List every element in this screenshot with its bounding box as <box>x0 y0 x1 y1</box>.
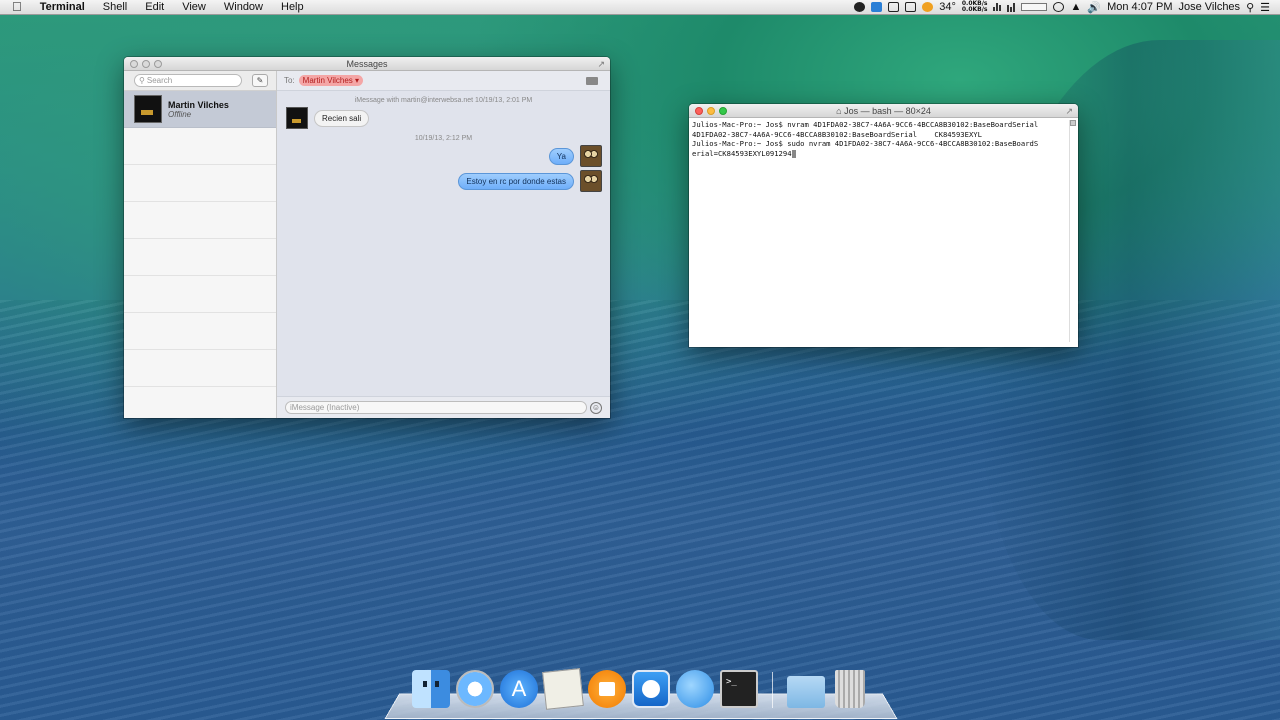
terminal-title: Jos — bash — 80×24 <box>844 106 931 116</box>
menu-view[interactable]: View <box>173 0 215 14</box>
terminal-output[interactable]: Julios-Mac-Pro:~ Jos$ nvram 4D1FDA02-38C… <box>689 118 1078 347</box>
notification-icon[interactable] <box>854 2 865 12</box>
messages-icon[interactable] <box>676 670 714 708</box>
trash-icon[interactable] <box>835 670 865 708</box>
disk-meter <box>1021 3 1047 11</box>
folder-icon[interactable] <box>787 676 825 708</box>
message-input-bar: iMessage (Inactive) ☺ <box>277 396 610 418</box>
terminal-line: Julios-Mac-Pro:~ Jos$ sudo nvram 4D1FDA0… <box>692 139 1066 149</box>
empty-row <box>124 239 276 276</box>
menu-bar:  Terminal Shell Edit View Window Help 3… <box>0 0 1280 15</box>
dock-separator <box>772 672 773 708</box>
terminal-line-with-cursor: erial=CK84593EXYL091294 <box>692 149 1066 159</box>
owl-avatar <box>580 145 602 167</box>
eject-icon[interactable]: ▲ <box>1070 1 1081 13</box>
empty-row <box>124 202 276 239</box>
video-call-icon[interactable] <box>586 77 598 85</box>
conversation-pane: To: Martin Vilches ▾ iMessage with marti… <box>277 71 610 418</box>
safari-icon[interactable] <box>456 670 494 708</box>
spotlight-icon[interactable]: ⚲ <box>1246 1 1254 14</box>
finder-icon[interactable] <box>412 670 450 708</box>
terminal-line: erial=CK84593EXYL091294 <box>692 149 792 158</box>
terminal-line: 4D1FDA02-38C7-4A6A-9CC6-4BCCA8B30102:Bas… <box>692 130 1066 140</box>
notification-center-icon[interactable]: ☰ <box>1260 1 1270 14</box>
search-icon: ⚲ <box>139 76 145 85</box>
home-icon: ⌂ <box>836 106 841 116</box>
temperature-readout: 34° <box>939 1 956 13</box>
scrollbar-thumb[interactable] <box>1070 120 1076 126</box>
outgoing-bubble[interactable]: Ya <box>549 148 574 165</box>
terminal-window: ⌂ Jos — bash — 80×24 ↗ Julios-Mac-Pro:~ … <box>689 104 1078 347</box>
empty-row <box>124 350 276 387</box>
emoji-icon[interactable]: ☺ <box>590 402 602 414</box>
network-speed: 0.0KB/s 0.0KB/s <box>962 1 988 13</box>
memory-bars-icon <box>1007 3 1015 12</box>
incoming-message-row: Recien sali <box>286 107 610 129</box>
message-input[interactable]: iMessage (Inactive) <box>285 401 587 414</box>
volume-icon[interactable]: 🔊 <box>1087 1 1101 14</box>
chevron-down-icon: ▾ <box>355 76 359 85</box>
app-store-icon[interactable]: A <box>500 670 538 708</box>
clock[interactable]: Mon 4:07 PM <box>1107 1 1172 13</box>
terminal-icon[interactable] <box>720 670 758 708</box>
teamviewer-icon[interactable] <box>632 670 670 708</box>
conversation-item[interactable]: Martin Vilches Offline <box>124 91 276 128</box>
time-machine-icon[interactable] <box>1053 2 1064 12</box>
to-label: To: <box>284 76 295 85</box>
conversation-meta: iMessage with martin@interwebsa.net 10/1… <box>277 97 610 104</box>
terminal-line: Julios-Mac-Pro:~ Jos$ nvram 4D1FDA02-38C… <box>692 120 1066 130</box>
window-title: ⌂ Jos — bash — 80×24 <box>689 106 1078 116</box>
apple-menu-icon[interactable]:  <box>0 0 31 14</box>
menu-edit[interactable]: Edit <box>136 0 173 14</box>
outgoing-message-row: Estoy en rc por donde estas <box>277 170 602 192</box>
menu-window[interactable]: Window <box>215 0 272 14</box>
menu-app-name[interactable]: Terminal <box>31 0 94 14</box>
outgoing-bubble[interactable]: Estoy en rc por donde estas <box>458 173 574 190</box>
user-name[interactable]: Jose Vilches <box>1179 1 1241 13</box>
search-field[interactable]: ⚲ Search <box>134 74 242 87</box>
messages-titlebar[interactable]: Messages ↗ <box>124 57 610 71</box>
weather-icon[interactable] <box>922 2 933 12</box>
cpu-bars-icon <box>993 3 1001 11</box>
compose-button[interactable]: ✎ <box>252 74 268 87</box>
empty-row <box>124 276 276 313</box>
avatar <box>134 95 162 123</box>
empty-row <box>124 128 276 165</box>
net-download: 0.0KB/s <box>962 6 988 13</box>
conversation-status: Offline <box>168 110 229 119</box>
conversation-sidebar: ⚲ Search ✎ Martin Vilches Offline <box>124 71 277 418</box>
terminal-titlebar[interactable]: ⌂ Jos — bash — 80×24 ↗ <box>689 104 1078 118</box>
menu-help[interactable]: Help <box>272 0 313 14</box>
search-placeholder: Search <box>147 76 172 85</box>
empty-row <box>124 313 276 350</box>
ibooks-icon[interactable] <box>588 670 626 708</box>
skype-icon[interactable] <box>871 2 882 12</box>
message-input-placeholder: iMessage (Inactive) <box>290 403 359 412</box>
window-title: Messages <box>124 59 610 69</box>
fullscreen-icon[interactable]: ↗ <box>597 59 605 70</box>
dock: A <box>392 670 890 720</box>
recipient-chip[interactable]: Martin Vilches ▾ <box>299 75 363 86</box>
messages-window: Messages ↗ ⚲ Search ✎ Martin Vilches Off… <box>124 57 610 418</box>
to-bar: To: Martin Vilches ▾ <box>277 71 610 91</box>
incoming-bubble[interactable]: Recien sali <box>314 110 369 127</box>
dropbox-icon[interactable] <box>888 2 899 12</box>
text-cursor <box>792 150 796 158</box>
contact-avatar <box>286 107 308 129</box>
owl-avatar <box>580 170 602 192</box>
timestamp: 10/19/13, 2:12 PM <box>277 135 610 142</box>
menu-shell[interactable]: Shell <box>94 0 136 14</box>
conversation-name: Martin Vilches <box>168 100 229 110</box>
fullscreen-icon[interactable]: ↗ <box>1065 106 1073 117</box>
empty-row <box>124 165 276 202</box>
scrollbar[interactable] <box>1069 120 1076 342</box>
airplay-icon[interactable] <box>905 2 916 12</box>
outgoing-message-row: Ya <box>277 145 602 167</box>
recipient-name: Martin Vilches <box>303 76 353 85</box>
preview-icon[interactable] <box>542 668 584 710</box>
